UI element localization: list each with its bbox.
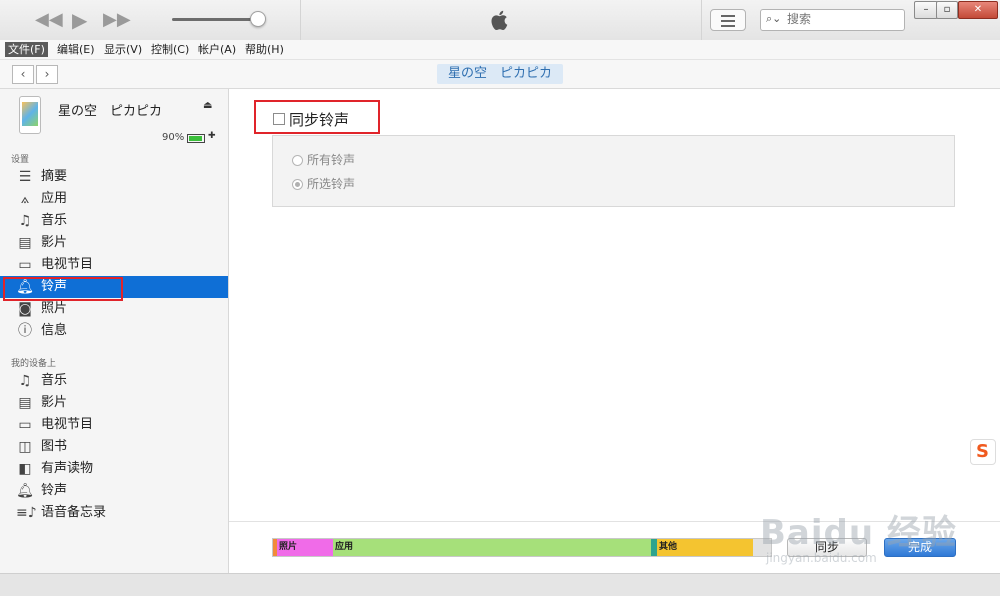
list-view-button[interactable]: [710, 9, 746, 31]
menu-controls[interactable]: 控制(C): [148, 42, 192, 57]
back-button[interactable]: ‹: [12, 65, 34, 84]
done-button[interactable]: 完成: [884, 538, 956, 557]
battery-percent: 90%: [162, 132, 185, 143]
menu-file[interactable]: 文件(F): [5, 42, 48, 57]
sidebar-item-label: 语音备忘录: [41, 505, 107, 520]
charging-icon: ✚: [208, 131, 216, 141]
bell-icon: 🔔︎: [16, 483, 34, 499]
minimize-button[interactable]: –: [914, 1, 938, 19]
status-bar: [0, 573, 1000, 596]
menu-view[interactable]: 显示(V): [101, 42, 145, 57]
ringtone-options-panel: 所有铃声 所选铃声: [272, 135, 955, 207]
capacity-segment-other: 其他: [657, 539, 753, 556]
volume-knob[interactable]: [250, 11, 266, 27]
close-button[interactable]: ✕: [958, 1, 998, 19]
search-box[interactable]: ⌕⌄: [760, 9, 905, 31]
radio-all-ringtones[interactable]: [292, 155, 303, 166]
radio-selected-ringtones-label: 所选铃声: [307, 177, 356, 191]
sidebar-item-label: 摘要: [41, 169, 68, 184]
music-icon: ♫: [18, 373, 32, 389]
annotation-highlight-box: [3, 277, 123, 301]
sidebar-item-device-voice-memos[interactable]: ≡♪ 语音备忘录: [0, 502, 228, 524]
navigation-row: ‹ › 星の空 ピカピカ: [0, 60, 1000, 89]
sidebar-item-music[interactable]: ♫ 音乐: [0, 210, 228, 232]
menu-help[interactable]: 帮助(H): [242, 42, 287, 57]
sync-ringtones-label: 同步铃声: [289, 111, 350, 129]
fast-forward-icon[interactable]: ▶▶: [103, 10, 131, 30]
sidebar-item-device-audiobooks[interactable]: ◧ 有声读物: [0, 458, 228, 480]
search-icon: ⌕⌄: [766, 12, 782, 25]
device-name: 星の空 ピカピカ: [58, 104, 163, 119]
capacity-bar: 照片 应用 其他: [272, 538, 772, 557]
sidebar-item-label: 铃声: [41, 483, 68, 498]
summary-icon: ☰: [18, 169, 32, 185]
sidebar-item-device-ringtones[interactable]: 🔔︎ 铃声: [0, 480, 228, 502]
sidebar-item-label: 信息: [41, 323, 68, 338]
sidebar-item-tv[interactable]: ▭ 电视节目: [0, 254, 228, 276]
sidebar-item-device-music[interactable]: ♫ 音乐: [0, 370, 228, 392]
sidebar-item-info[interactable]: ⓘ 信息: [0, 320, 228, 342]
device-title-button[interactable]: 星の空 ピカピカ: [437, 64, 563, 84]
eject-icon[interactable]: ⏏: [203, 100, 212, 111]
forward-button[interactable]: ›: [36, 65, 58, 84]
sidebar-item-label: 音乐: [41, 213, 68, 228]
sidebar-item-label: 应用: [41, 191, 68, 206]
sidebar-item-photos[interactable]: ◙ 照片: [0, 298, 228, 320]
play-icon[interactable]: ▶: [72, 10, 87, 30]
volume-slider[interactable]: [172, 18, 258, 21]
restore-button[interactable]: ▫: [936, 1, 958, 19]
menu-account[interactable]: 帐户(A): [195, 42, 239, 57]
capacity-segment-photos: 照片: [277, 539, 333, 556]
top-toolbar: ◀◀ ▶ ▶▶ ⌕⌄ – ▫ ✕: [0, 0, 1000, 41]
audiobook-icon: ◧: [18, 461, 32, 477]
sidebar-item-label: 照片: [41, 301, 68, 316]
sidebar-item-summary[interactable]: ☰ 摘要: [0, 166, 228, 188]
sidebar-item-films[interactable]: ▤ 影片: [0, 232, 228, 254]
book-icon: ◫: [18, 439, 32, 455]
radio-selected-ringtones[interactable]: [292, 179, 303, 190]
capacity-segment-free: [753, 539, 771, 556]
sidebar-item-label: 电视节目: [41, 417, 94, 432]
sidebar-item-label: 图书: [41, 439, 68, 454]
tv-icon: ▭: [18, 257, 32, 273]
ime-logo-icon[interactable]: S: [970, 439, 996, 465]
battery-icon: [187, 134, 205, 143]
apps-icon: ⟑: [20, 191, 30, 207]
sidebar-item-label: 影片: [41, 395, 68, 410]
rewind-icon[interactable]: ◀◀: [35, 10, 63, 30]
sidebar-item-device-films[interactable]: ▤ 影片: [0, 392, 228, 414]
sidebar-item-apps[interactable]: ⟑ 应用: [0, 188, 228, 210]
tv-icon: ▭: [18, 417, 32, 433]
now-playing-area: [300, 0, 702, 40]
apple-logo-icon: [491, 10, 508, 31]
sidebar-item-device-tv[interactable]: ▭ 电视节目: [0, 414, 228, 436]
sidebar-item-device-books[interactable]: ◫ 图书: [0, 436, 228, 458]
radio-all-ringtones-label: 所有铃声: [307, 153, 356, 167]
sync-button[interactable]: 同步: [787, 538, 867, 557]
sidebar-item-label: 音乐: [41, 373, 68, 388]
sync-ringtones-checkbox[interactable]: [273, 113, 285, 125]
capacity-segment-apps: 应用: [333, 539, 651, 556]
capacity-divider: [229, 521, 1000, 522]
sidebar-item-label: 有声读物: [41, 461, 94, 476]
camera-icon: ◙: [18, 301, 32, 317]
ime-logo-text: S: [976, 441, 989, 462]
music-icon: ♫: [18, 213, 32, 229]
menu-bar: 文件(F) 编辑(E) 显示(V) 控制(C) 帐户(A) 帮助(H): [0, 40, 1000, 60]
device-thumbnail-icon: [19, 96, 41, 134]
film-icon: ▤: [18, 235, 32, 251]
sidebar-item-label: 影片: [41, 235, 68, 250]
search-input[interactable]: [787, 11, 897, 27]
menu-edit[interactable]: 编辑(E): [54, 42, 98, 57]
info-icon: ⓘ: [18, 323, 32, 339]
voice-memo-icon: ≡♪: [16, 505, 37, 521]
sidebar-item-label: 电视节目: [41, 257, 94, 272]
settings-section-title: 设置: [11, 155, 30, 165]
sidebar: 星の空 ピカピカ ⏏ 90% ✚ 设置 ☰ 摘要 ⟑ 应用 ♫ 音乐 ▤ 影片 …: [0, 89, 229, 573]
film-icon: ▤: [18, 395, 32, 411]
on-device-section-title: 我的设备上: [11, 359, 57, 369]
